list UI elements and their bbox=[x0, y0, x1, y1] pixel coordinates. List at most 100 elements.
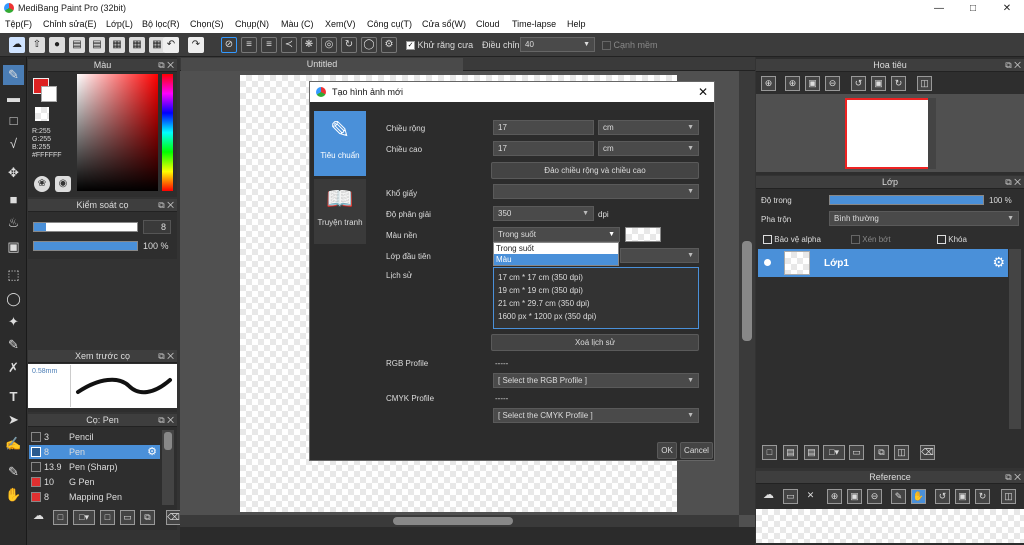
folder-icon[interactable]: ▭ bbox=[849, 445, 864, 460]
history-item[interactable]: 17 cm * 17 cm (350 dpi) bbox=[498, 271, 694, 284]
brush-item-g-pen[interactable]: 10 G Pen bbox=[29, 475, 160, 489]
text-tool-icon[interactable]: T bbox=[3, 387, 24, 407]
eyedropper-tool-icon[interactable]: ✍ bbox=[3, 434, 24, 454]
color-field[interactable] bbox=[77, 74, 158, 191]
rgb-profile-select[interactable]: [ Select the RGB Profile ] ▼ bbox=[493, 373, 699, 388]
navigator-preview[interactable] bbox=[756, 94, 1024, 172]
grid-icon[interactable]: ▦ bbox=[129, 37, 145, 53]
snap-off-icon[interactable]: ⊘ bbox=[221, 37, 237, 53]
gradient-tool-icon[interactable]: ▣ bbox=[3, 237, 24, 257]
close-icon[interactable]: ✕ bbox=[803, 489, 818, 504]
close-icon[interactable]: ✕ bbox=[698, 82, 708, 102]
cloud-icon[interactable]: ☁ bbox=[761, 489, 776, 504]
menu-cloud[interactable]: Cloud bbox=[476, 19, 500, 29]
zoom-in-icon[interactable]: ⊕ bbox=[785, 76, 800, 91]
visibility-icon[interactable] bbox=[764, 259, 771, 266]
vertical-scrollbar[interactable] bbox=[739, 71, 755, 515]
share-icon[interactable]: ⇧ bbox=[29, 37, 45, 53]
tab-standard[interactable]: ✎ Tiêu chuẩn bbox=[314, 111, 366, 176]
fit-icon[interactable]: ▣ bbox=[847, 489, 862, 504]
eraser-tool-icon[interactable]: ▬ bbox=[3, 88, 24, 108]
rectangle-tool-icon[interactable]: □ bbox=[3, 111, 24, 131]
menu-color[interactable]: Màu (C) bbox=[281, 19, 314, 29]
tab-comic[interactable]: 📖 Truyện tranh bbox=[314, 179, 366, 244]
history-item[interactable]: 19 cm * 19 cm (350 dpi) bbox=[498, 284, 694, 297]
hand-icon[interactable]: ✋ bbox=[911, 489, 926, 504]
width-unit-select[interactable]: cm ▼ bbox=[598, 120, 699, 135]
rotate-left-icon[interactable]: ↺ bbox=[851, 76, 866, 91]
close-icon[interactable]: ⧉ ✕ bbox=[158, 350, 174, 363]
close-icon[interactable]: ⧉ ✕ bbox=[1005, 471, 1021, 484]
close-icon[interactable]: ⧉ ✕ bbox=[1005, 176, 1021, 189]
secondary-color-swatch[interactable] bbox=[41, 86, 57, 102]
flip-icon[interactable]: ◫ bbox=[1001, 489, 1016, 504]
height-input[interactable]: 17 bbox=[493, 141, 594, 156]
menu-window[interactable]: Cửa sổ(W) bbox=[422, 19, 466, 29]
eyedropper-icon[interactable]: ✎ bbox=[891, 489, 906, 504]
maximize-icon[interactable]: □ bbox=[956, 1, 990, 16]
menu-capture[interactable]: Chụp(N) bbox=[235, 19, 269, 29]
move-tool-icon[interactable]: ✥ bbox=[3, 163, 24, 183]
fit-icon[interactable]: ▣ bbox=[805, 76, 820, 91]
cloud-icon[interactable]: ☁ bbox=[9, 37, 25, 53]
menu-filter[interactable]: Bộ lọc(R) bbox=[142, 19, 180, 29]
add-brush-icon[interactable]: □▾ bbox=[73, 510, 95, 525]
hue-slider[interactable] bbox=[162, 74, 173, 191]
brush-size-slider[interactable] bbox=[33, 222, 138, 232]
divide-tool-icon[interactable]: ✎ bbox=[3, 462, 24, 482]
rotate-left-icon[interactable]: ↺ bbox=[935, 489, 950, 504]
resolution-select[interactable]: 350 ▼ bbox=[493, 206, 594, 221]
zoom-out-icon[interactable]: ⊖ bbox=[867, 489, 882, 504]
dot-tool-icon[interactable]: √ bbox=[3, 134, 24, 154]
merge-icon[interactable]: ◫ bbox=[894, 445, 909, 460]
menu-timelapse[interactable]: Time-lapse bbox=[512, 19, 556, 29]
transparent-swatch[interactable] bbox=[35, 107, 49, 121]
brush-tool-icon[interactable]: ✎ bbox=[3, 65, 24, 85]
fit-window-icon[interactable]: ▣ bbox=[955, 489, 970, 504]
panel-icon[interactable]: ▤ bbox=[69, 37, 85, 53]
snap-parallel-icon[interactable]: ≡ bbox=[241, 37, 257, 53]
menu-tools[interactable]: Công cụ(T) bbox=[367, 19, 412, 29]
delete-icon[interactable]: ⌫ bbox=[920, 445, 935, 460]
menu-select[interactable]: Chọn(S) bbox=[190, 19, 224, 29]
close-icon[interactable]: ✕ bbox=[990, 1, 1024, 16]
menu-help[interactable]: Help bbox=[567, 19, 586, 29]
clipping-checkbox[interactable]: Xén bớt bbox=[851, 235, 891, 245]
palette-icon[interactable]: ❀ bbox=[34, 176, 50, 192]
select-rect-tool-icon[interactable]: ⬚ bbox=[3, 265, 24, 285]
tab-untitled[interactable]: Untitled bbox=[181, 58, 463, 71]
background-color-select[interactable]: Trong suốt ▼ bbox=[493, 227, 620, 242]
close-icon[interactable]: ⧉ ✕ bbox=[158, 414, 174, 427]
lock-checkbox[interactable]: Khóa bbox=[937, 235, 967, 245]
option-color[interactable]: Màu bbox=[494, 254, 618, 265]
swap-dimensions-button[interactable]: Đảo chiều rộng và chiều cao bbox=[491, 162, 699, 179]
rotate-right-icon[interactable]: ↻ bbox=[891, 76, 906, 91]
brush-opacity-slider[interactable] bbox=[33, 241, 138, 251]
brush-item-pen-sharp[interactable]: 13.9 Pen (Sharp) bbox=[29, 460, 160, 474]
antialias-checkbox[interactable]: ✓ Khử răng cưa bbox=[406, 40, 473, 51]
close-icon[interactable]: ⧉ ✕ bbox=[158, 59, 174, 72]
zoom-out-icon[interactable]: ⊖ bbox=[825, 76, 840, 91]
brush-item-mapping-pen[interactable]: 8 Mapping Pen bbox=[29, 490, 160, 504]
snap-circle-icon[interactable]: ◎ bbox=[321, 37, 337, 53]
blend-mode-select[interactable]: Bình thường ▼ bbox=[829, 211, 1019, 226]
width-input[interactable]: 17 bbox=[493, 120, 594, 135]
snap-curve-icon[interactable]: ↻ bbox=[341, 37, 357, 53]
brush-list-scrollbar[interactable] bbox=[162, 430, 174, 505]
brush-item-pencil[interactable]: 3 Pencil bbox=[29, 430, 160, 444]
open-folder-icon[interactable]: ▭ bbox=[783, 489, 798, 504]
brush-size-value[interactable]: 8 bbox=[143, 220, 171, 234]
horizontal-scrollbar[interactable] bbox=[180, 515, 739, 527]
folder-icon[interactable]: ▭ bbox=[120, 510, 135, 525]
duplicate-icon[interactable]: ⧉ bbox=[874, 445, 889, 460]
close-icon[interactable]: ⧉ ✕ bbox=[158, 199, 174, 212]
navigator-viewport[interactable] bbox=[845, 98, 936, 169]
settings-icon[interactable]: ⚙ bbox=[381, 37, 397, 53]
operation-tool-icon[interactable]: ➤ bbox=[3, 410, 24, 430]
cmyk-profile-select[interactable]: [ Select the CMYK Profile ] ▼ bbox=[493, 408, 699, 423]
menu-view[interactable]: Xem(V) bbox=[325, 19, 356, 29]
zoom-in-icon[interactable]: ⊕ bbox=[827, 489, 842, 504]
background-color-swatch[interactable] bbox=[625, 227, 661, 242]
snap-vanish-icon[interactable]: ≺ bbox=[281, 37, 297, 53]
snap-cross-icon[interactable]: ≡ bbox=[261, 37, 277, 53]
